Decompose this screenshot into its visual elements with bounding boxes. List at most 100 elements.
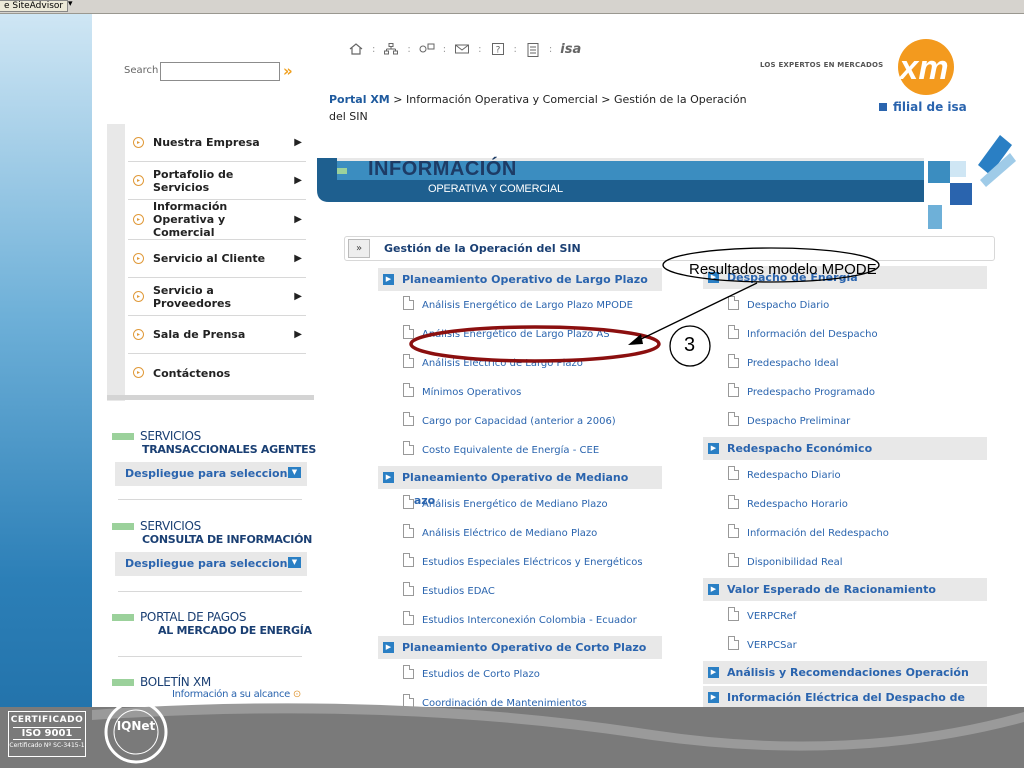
list-item[interactable]: VERPCSar: [728, 636, 797, 653]
document-icon: [403, 325, 414, 339]
document-icon: [403, 524, 414, 538]
list-item[interactable]: Análisis Energético de Largo Plazo AS: [403, 325, 610, 342]
xm-logo[interactable]: xm: [878, 37, 956, 99]
expand-icon[interactable]: »: [348, 239, 370, 258]
breadcrumb-path: > Información Operativa y Comercial > Ge…: [329, 93, 747, 123]
expand-icon: ▶: [383, 472, 394, 483]
annotation-label: Resultados modelo MPODE: [689, 261, 877, 278]
svg-text:?: ?: [495, 45, 500, 55]
list-item[interactable]: Despacho Preliminar: [728, 412, 850, 429]
group-corto-plazo[interactable]: ▶ Planeamiento Operativo de Corto Plazo: [378, 636, 662, 659]
group-redespacho[interactable]: ▶ Redespacho Económico: [703, 437, 987, 460]
document-icon: [403, 582, 414, 596]
siteadvisor-button[interactable]: e SiteAdvisor: [0, 0, 69, 12]
search-label: Search: [124, 65, 159, 76]
services-consulta: SERVICIOS CONSULTA DE INFORMACIÓN Despli…: [112, 519, 316, 576]
bullet-icon: ▸: [133, 290, 144, 302]
group-racionamiento[interactable]: ▶ Valor Esperado de Racionamiento: [703, 578, 987, 601]
main-menu: ▸ Nuestra Empresa ▶ ▸ Portafolio de Servici…: [128, 124, 306, 392]
list-item[interactable]: Estudios Interconexión Colombia - Ecuado…: [403, 611, 637, 628]
dropdown-arrow-icon[interactable]: ▼: [288, 557, 301, 568]
document-icon[interactable]: [525, 42, 541, 57]
document-icon: [728, 412, 739, 426]
list-item[interactable]: Disponibilidad Real: [728, 553, 843, 570]
services-subtitle: TRANSACCIONALES AGENTES: [142, 443, 317, 456]
menu-item-nuestra-empresa[interactable]: ▸ Nuestra Empresa ▶: [128, 124, 306, 162]
menu-strip: [107, 124, 125, 401]
list-item[interactable]: Despacho Diario: [728, 296, 829, 313]
iqnet-logo: IQNet: [104, 700, 168, 764]
services-dropdown[interactable]: Despliegue para seleccionar ▼: [115, 462, 307, 486]
services-title: SERVICIOS: [140, 519, 201, 533]
bullet-icon: ▸: [133, 174, 144, 186]
menu-divider: [107, 395, 314, 400]
document-icon: [403, 412, 414, 426]
logo-tagline: LOS EXPERTOS EN MERCADOS: [760, 61, 884, 69]
chevron-down-icon[interactable]: ▾: [68, 0, 73, 9]
arrow-right-icon: ▶: [294, 213, 302, 225]
list-item[interactable]: Información del Redespacho: [728, 524, 889, 541]
expand-icon: ▶: [383, 274, 394, 285]
services-dropdown[interactable]: Despliegue para seleccionar ▼: [115, 552, 307, 576]
list-item[interactable]: Cargo por Capacidad (anterior a 2006): [403, 412, 616, 429]
list-item[interactable]: Mínimos Operativos: [403, 383, 521, 400]
list-item[interactable]: Análisis Eléctrico de Largo Plazo: [403, 354, 583, 371]
search-input[interactable]: [160, 62, 280, 81]
group-analisis-recomendaciones[interactable]: ▶Análisis y Recomendaciones Operación de…: [703, 661, 987, 702]
home-icon[interactable]: [348, 42, 364, 57]
isa-logo[interactable]: isa: [560, 42, 581, 57]
services-subtitle: CONSULTA DE INFORMACIÓN: [142, 533, 313, 546]
mail-icon[interactable]: [454, 43, 470, 57]
document-icon: [403, 296, 414, 310]
document-icon: [728, 325, 739, 339]
document-icon: [403, 611, 414, 625]
left-gradient-background: [0, 14, 92, 768]
banner-title: INFORMACIÓN: [368, 158, 517, 180]
iso-certificate-badge: CERTIFICADO ISO 9001 Certificado Nº SC-3…: [8, 711, 86, 757]
list-item[interactable]: Costo Equivalente de Energía - CEE: [403, 441, 599, 458]
footer-wave: [92, 703, 1024, 768]
portal-pagos-link[interactable]: PORTAL DE PAGOS AL MERCADO DE ENERGÍA: [112, 610, 316, 637]
list-item[interactable]: Predespacho Ideal: [728, 354, 839, 371]
sitemap-icon[interactable]: [383, 42, 399, 57]
list-item[interactable]: Análisis Energético de Mediano Plazo: [403, 495, 608, 512]
group-largo-plazo[interactable]: ▶ Planeamiento Operativo de Largo Plazo: [378, 268, 662, 291]
help-icon[interactable]: ?: [490, 42, 506, 57]
dropdown-arrow-icon[interactable]: ▼: [288, 467, 301, 478]
menu-item-servicio-cliente[interactable]: ▸ Servicio al Cliente ▶: [128, 240, 306, 278]
bullet-icon: ▸: [133, 367, 144, 378]
breadcrumb-home-link[interactable]: Portal XM: [329, 93, 390, 106]
document-icon: [728, 296, 739, 310]
document-icon: [728, 607, 739, 621]
list-item[interactable]: Redespacho Horario: [728, 495, 848, 512]
list-item[interactable]: Estudios EDAC: [403, 582, 495, 599]
arrow-right-icon: ▶: [294, 290, 302, 302]
banner-subtitle: OPERATIVA Y COMERCIAL: [428, 183, 563, 195]
contact-icon[interactable]: [419, 43, 435, 57]
menu-item-servicio-proveedores[interactable]: ▸ Servicio a Proveedores ▶: [128, 278, 306, 316]
bullet-icon: ▸: [133, 213, 144, 225]
list-item[interactable]: Estudios de Corto Plazo: [403, 665, 540, 682]
document-icon: [728, 553, 739, 567]
list-item[interactable]: Análisis Energético de Largo Plazo MPODE: [403, 296, 633, 313]
list-item[interactable]: Estudios Especiales Eléctricos y Energét…: [403, 553, 643, 570]
menu-item-portafolio[interactable]: ▸ Portafolio de Servicios ▶: [128, 162, 306, 200]
list-item[interactable]: VERPCRef: [728, 607, 796, 624]
search-go-icon[interactable]: »: [283, 61, 293, 81]
menu-item-sala-prensa[interactable]: ▸ Sala de Prensa ▶: [128, 316, 306, 354]
menu-item-contactenos[interactable]: ▸ Contáctenos: [128, 354, 306, 392]
list-item[interactable]: Predespacho Programado: [728, 383, 875, 400]
document-icon: [728, 466, 739, 480]
menu-item-informacion-operativa[interactable]: ▸ Información Operativa y Comercial ▶: [128, 200, 306, 240]
group-mediano-plazo[interactable]: ▶ Planeamiento Operativo de Mediano Plazo: [378, 466, 662, 507]
breadcrumb: Portal XM > Información Operativa y Come…: [329, 91, 749, 125]
list-item[interactable]: Análisis Eléctrico de Mediano Plazo: [403, 524, 597, 541]
list-item[interactable]: Información del Despacho: [728, 325, 878, 342]
decorative-cubes: [928, 135, 1016, 229]
bullet-icon: ▸: [133, 136, 144, 148]
expand-icon: ▶: [708, 667, 719, 678]
list-item[interactable]: Redespacho Diario: [728, 466, 841, 483]
svg-text:xm: xm: [897, 49, 948, 87]
section-header: » Gestión de la Operación del SIN: [344, 236, 995, 261]
document-icon: [403, 553, 414, 567]
